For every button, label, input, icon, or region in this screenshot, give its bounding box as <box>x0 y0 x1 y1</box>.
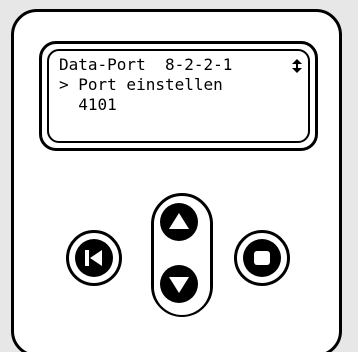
back-button[interactable] <box>66 230 122 286</box>
lcd-display: Data-Port 8-2-2-1 > Port einstellen 4101 <box>39 41 318 151</box>
enter-button[interactable] <box>234 230 290 286</box>
skip-back-icon <box>85 250 102 266</box>
lcd-line-menu-item: > Port einstellen <box>59 75 223 94</box>
stop-square-icon <box>254 251 270 265</box>
page: Data-Port 8-2-2-1 > Port einstellen 4101 <box>0 0 358 352</box>
up-down-arrow-icon <box>292 59 302 73</box>
lcd-line-title: Data-Port 8-2-2-1 <box>59 55 233 74</box>
lcd-screen: Data-Port 8-2-2-1 > Port einstellen 4101 <box>47 49 310 143</box>
arrow-up-icon <box>169 213 189 229</box>
lcd-line-value: 4101 <box>59 95 117 114</box>
arrow-down-icon <box>169 277 189 293</box>
up-button[interactable] <box>154 197 210 253</box>
down-button[interactable] <box>154 259 210 315</box>
